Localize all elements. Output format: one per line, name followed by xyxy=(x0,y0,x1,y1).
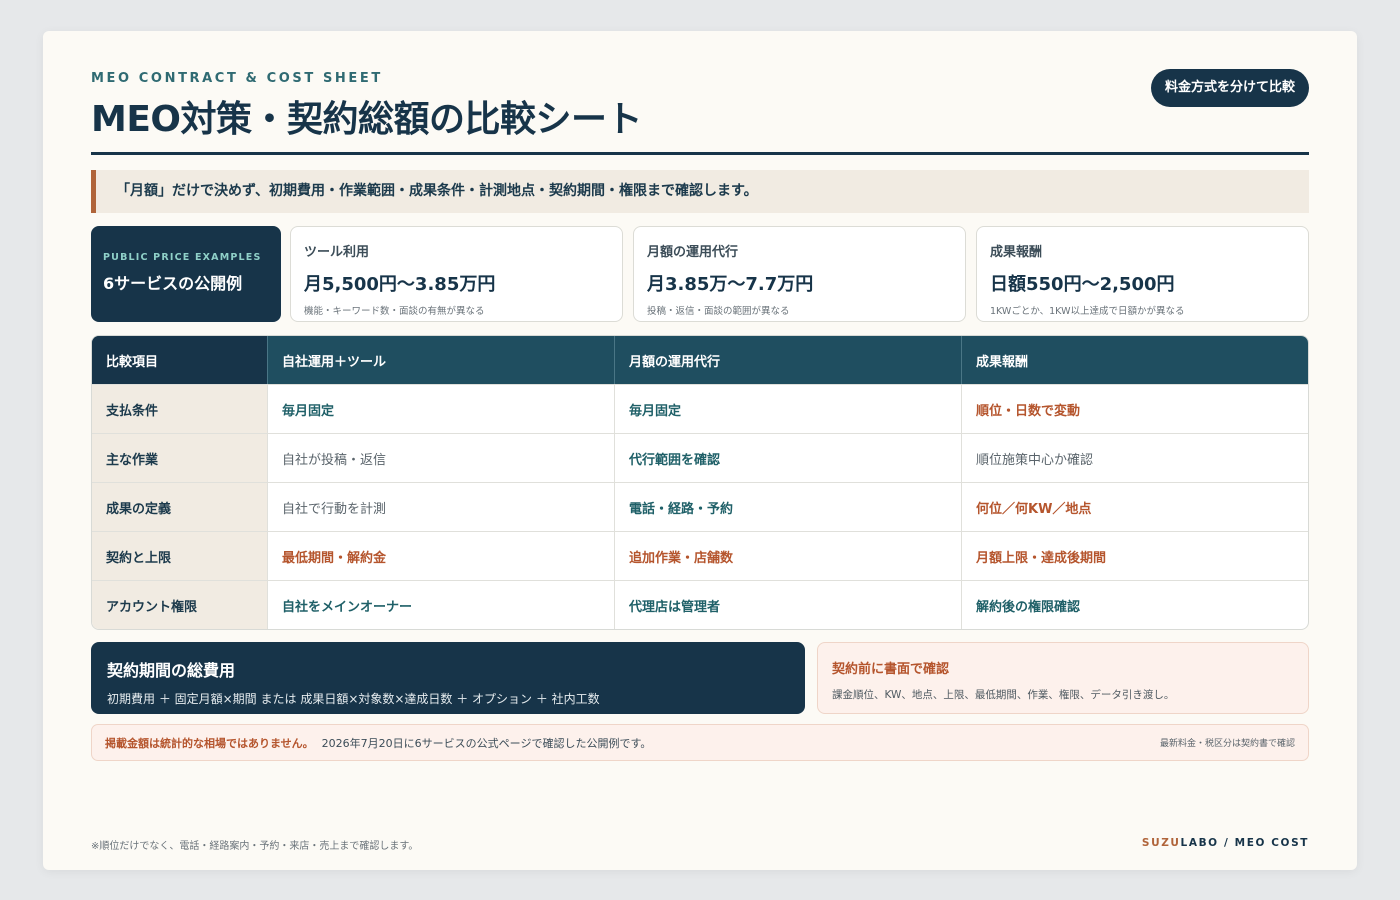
page-title: MEO対策・契約総額の比較シート xyxy=(91,99,643,140)
price-card-agency: 月額の運用代行 月3.85万〜7.7万円 投稿・返信・面談の範囲が異なる xyxy=(633,226,966,322)
price-card-note: 投稿・返信・面談の範囲が異なる xyxy=(647,306,790,317)
table-header-row: 比較項目 自社運用＋ツール 月額の運用代行 成果報酬 xyxy=(92,336,1308,384)
table-row: 主な作業 自社が投稿・返信 代行範囲を確認 順位施策中心か確認 xyxy=(92,433,1308,482)
price-examples: PUBLIC PRICE EXAMPLES 6サービスの公開例 ツール利用 月5… xyxy=(91,226,1309,322)
price-card-price: 日額550円〜2,500円 xyxy=(990,274,1175,295)
table-row-label: 主な作業 xyxy=(92,434,267,482)
table-header-cell: 自社運用＋ツール xyxy=(267,336,614,384)
eyebrow: MEO CONTRACT & COST SHEET xyxy=(91,71,383,86)
contract-check-box: 契約前に書面で確認 課金順位、KW、地点、上限、最低期間、作業、権限、データ引き… xyxy=(817,642,1309,714)
table-cell: 解約後の権限確認 xyxy=(961,581,1308,629)
brand-accent: SUZU xyxy=(1141,837,1181,849)
price-card-performance: 成果報酬 日額550円〜2,500円 1KWごとか、1KW以上達成で日額かが異な… xyxy=(976,226,1309,322)
total-cost-formula: 初期費用 ＋ 固定月額×期間 または 成果日額×対象数×達成日数 ＋ オプション… xyxy=(107,692,600,706)
table-cell: 追加作業・店舗数 xyxy=(614,532,961,580)
contract-check-title: 契約前に書面で確認 xyxy=(832,662,950,677)
table-row-label: 支払条件 xyxy=(92,385,267,433)
table-cell: 順位施策中心か確認 xyxy=(961,434,1308,482)
compare-badge: 料金方式を分けて比較 xyxy=(1150,69,1309,107)
footer-note: ※順位だけでなく、電話・経路案内・予約・来店・売上まで確認します。 xyxy=(91,841,419,852)
table-row-label: 成果の定義 xyxy=(92,483,267,531)
table-cell: 毎月固定 xyxy=(614,385,961,433)
table-cell: 何位／何KW／地点 xyxy=(961,483,1308,531)
price-card-label: 成果報酬 xyxy=(990,245,1043,260)
price-card-price: 月3.85万〜7.7万円 xyxy=(647,274,814,295)
total-cost-title: 契約期間の総費用 xyxy=(107,661,236,680)
price-card-note: 1KWごとか、1KW以上達成で日額かが異なる xyxy=(990,306,1185,317)
table-header-cell: 成果報酬 xyxy=(961,336,1308,384)
table-row-label: 契約と上限 xyxy=(92,532,267,580)
table-row-label: アカウント権限 xyxy=(92,581,267,629)
total-cost-box: 契約期間の総費用 初期費用 ＋ 固定月額×期間 または 成果日額×対象数×達成日… xyxy=(91,642,805,714)
table-row: アカウント権限 自社をメインオーナー 代理店は管理者 解約後の権限確認 xyxy=(92,580,1308,629)
table-row: 支払条件 毎月固定 毎月固定 順位・日数で変動 xyxy=(92,384,1308,433)
price-examples-title: 6サービスの公開例 xyxy=(103,274,243,293)
table-cell: 順位・日数で変動 xyxy=(961,385,1308,433)
disclaimer-text: 2026年7月20日に6サービスの公式ページで確認した公開例です。 xyxy=(321,736,652,750)
footer-brand: SUZULABO / MEO COST xyxy=(1142,837,1309,849)
price-card-note: 機能・キーワード数・面談の有無が異なる xyxy=(304,306,485,317)
brand-rest: LABO / MEO COST xyxy=(1180,837,1309,849)
table-header-cell: 月額の運用代行 xyxy=(614,336,961,384)
notice-banner: 「月額」だけで決めず、初期費用・作業範囲・成果条件・計測地点・契約期間・権限まで… xyxy=(91,170,1309,213)
table-cell: 自社で行動を計測 xyxy=(267,483,614,531)
price-card-label: 月額の運用代行 xyxy=(647,245,739,260)
table-row: 成果の定義 自社で行動を計測 電話・経路・予約 何位／何KW／地点 xyxy=(92,482,1308,531)
price-card-label: ツール利用 xyxy=(304,245,370,260)
table-cell: 代行範囲を確認 xyxy=(614,434,961,482)
price-card-tool: ツール利用 月5,500円〜3.85万円 機能・キーワード数・面談の有無が異なる xyxy=(290,226,623,322)
table-cell: 毎月固定 xyxy=(267,385,614,433)
disclaimer-right: 最新料金・税区分は契約書で確認 xyxy=(1159,739,1295,749)
contract-check-text: 課金順位、KW、地点、上限、最低期間、作業、権限、データ引き渡し。 xyxy=(832,689,1175,701)
disclaimer-bold: 掲載金額は統計的な相場ではありません。 xyxy=(105,736,314,750)
table-cell: 代理店は管理者 xyxy=(614,581,961,629)
table-header-cell: 比較項目 xyxy=(92,336,267,384)
comparison-table: 比較項目 自社運用＋ツール 月額の運用代行 成果報酬 支払条件 毎月固定 毎月固… xyxy=(91,335,1309,630)
table-cell: 自社が投稿・返信 xyxy=(267,434,614,482)
price-card-price: 月5,500円〜3.85万円 xyxy=(304,274,496,295)
price-examples-header: PUBLIC PRICE EXAMPLES 6サービスの公開例 xyxy=(91,226,281,322)
disclaimer-bar: 掲載金額は統計的な相場ではありません。 2026年7月20日に6サービスの公式ペ… xyxy=(91,724,1309,761)
title-divider xyxy=(91,152,1309,155)
table-cell: 電話・経路・予約 xyxy=(614,483,961,531)
table-cell: 月額上限・達成後期間 xyxy=(961,532,1308,580)
table-cell: 最低期間・解約金 xyxy=(267,532,614,580)
cost-sheet: MEO CONTRACT & COST SHEET MEO対策・契約総額の比較シ… xyxy=(43,31,1357,870)
table-row: 契約と上限 最低期間・解約金 追加作業・店舗数 月額上限・達成後期間 xyxy=(92,531,1308,580)
table-cell: 自社をメインオーナー xyxy=(267,581,614,629)
price-examples-kicker: PUBLIC PRICE EXAMPLES xyxy=(103,252,262,263)
